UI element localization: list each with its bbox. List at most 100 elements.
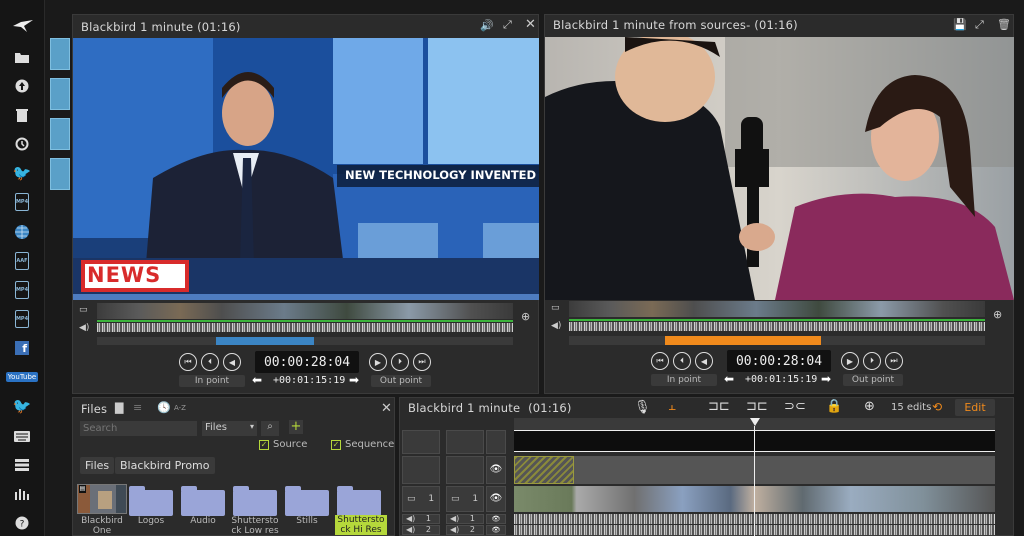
audio-track-header[interactable]: ◀) 2 xyxy=(402,525,440,535)
aaf-icon[interactable]: AAF xyxy=(12,251,32,271)
expand-icon[interactable]: ⤢ xyxy=(975,18,984,32)
sequence-checkbox[interactable]: ✓ xyxy=(331,440,341,450)
close-icon[interactable]: ✕ xyxy=(525,17,536,32)
out-point-button[interactable]: Out point xyxy=(371,375,431,387)
video-track-header-seq[interactable]: ▭ 1 xyxy=(446,486,484,512)
step-forward-button[interactable]: ⏵ xyxy=(863,352,881,370)
audio-track-header[interactable]: ◀) 1 xyxy=(402,514,440,524)
side-tab-1[interactable] xyxy=(50,38,70,70)
folder-icon[interactable]: ▇ xyxy=(115,401,123,414)
filter-select[interactable]: Files ▾ xyxy=(202,421,257,436)
facebook-icon[interactable]: f xyxy=(12,338,32,358)
add-button[interactable]: + xyxy=(289,420,303,434)
volume-icon[interactable]: 🔊 xyxy=(480,19,494,32)
close-icon[interactable]: ✕ xyxy=(381,401,392,416)
join-icon[interactable]: ⊃⊂ xyxy=(784,399,806,414)
right-scrub-track[interactable] xyxy=(569,336,985,345)
lock-icon[interactable]: 🔒 xyxy=(826,399,842,414)
in-point-button[interactable]: In point xyxy=(179,375,245,387)
right-timecode[interactable]: 00:00:28:04 xyxy=(727,350,831,372)
right-scrub-range[interactable] xyxy=(665,336,821,345)
prev-edit-button[interactable]: ⏮ xyxy=(651,352,669,370)
mp4-icon[interactable]: MP4 xyxy=(12,192,32,212)
left-timecode[interactable]: 00:00:28:04 xyxy=(255,351,359,373)
zoom-icon[interactable]: ⊕ xyxy=(864,399,875,414)
search-icon[interactable]: ⌕ xyxy=(261,421,279,436)
sort-label[interactable]: A-Z xyxy=(174,404,186,412)
twitter-icon[interactable]: 🐦 xyxy=(12,163,32,183)
left-audio-wave[interactable] xyxy=(97,323,513,332)
step-forward-button[interactable]: ⏵ xyxy=(391,353,409,371)
step-back-button[interactable]: ⏴ xyxy=(201,353,219,371)
side-tab-3[interactable] xyxy=(50,118,70,150)
file-label-shutterstock-hi[interactable]: Shuttersto ck Hi Res xyxy=(335,515,387,535)
clock-icon[interactable]: 🕓 xyxy=(157,401,171,414)
mp4-icon[interactable]: MP4 xyxy=(12,280,32,300)
save-icon[interactable]: 💾 xyxy=(953,18,967,31)
side-tab-2[interactable] xyxy=(50,78,70,110)
help-icon[interactable]: ? xyxy=(12,513,32,533)
source-checkbox[interactable]: ✓ xyxy=(259,440,269,450)
upload-icon[interactable] xyxy=(12,76,32,96)
right-video-frame[interactable] xyxy=(545,37,1014,300)
folder-icon-logos[interactable] xyxy=(129,486,173,516)
folder-icon-stills[interactable] xyxy=(285,486,329,516)
audio-track-header[interactable]: ◀) 2 xyxy=(446,525,484,535)
left-scrub-track[interactable] xyxy=(97,337,513,345)
edit-button[interactable]: Edit xyxy=(955,399,995,416)
split-icon[interactable]: ⊐⊏ xyxy=(708,399,730,414)
play-button[interactable]: ▶ xyxy=(369,353,387,371)
storyboard-icon[interactable] xyxy=(12,455,32,475)
folder-icon[interactable] xyxy=(12,47,32,67)
right-audio-wave[interactable] xyxy=(569,322,985,331)
chart-icon[interactable] xyxy=(12,484,32,504)
expand-icon[interactable]: ⤢ xyxy=(503,18,512,32)
folder-icon-shutterstock-low[interactable] xyxy=(233,486,277,516)
left-thumb-strip[interactable] xyxy=(97,303,513,319)
trim-icon[interactable]: ⫠ xyxy=(668,399,676,414)
trash-icon[interactable] xyxy=(12,105,32,125)
breadcrumb-blackbird-promo[interactable]: Blackbird Promo xyxy=(115,457,215,474)
bird-logo-icon[interactable] xyxy=(13,16,33,36)
side-tab-4[interactable] xyxy=(50,158,70,190)
twitter-icon[interactable]: 🐦 xyxy=(12,396,32,416)
eye-icon[interactable]: 👁 xyxy=(486,514,506,524)
globe-icon[interactable] xyxy=(12,222,32,242)
play-back-button[interactable]: ◀ xyxy=(223,353,241,371)
audio-track-header[interactable]: ◀) 1 xyxy=(446,514,484,524)
playhead-handle[interactable] xyxy=(750,418,760,426)
step-back-button[interactable]: ⏴ xyxy=(673,352,691,370)
mp4-icon[interactable]: MP4 xyxy=(12,309,32,329)
microphone-icon[interactable]: 🎙 xyxy=(634,400,651,415)
eye-icon[interactable]: 👁 xyxy=(486,456,506,484)
play-button[interactable]: ▶ xyxy=(841,352,859,370)
folder-icon-shutterstock-hi[interactable] xyxy=(337,486,381,516)
keyboard-icon[interactable] xyxy=(12,426,32,446)
left-scrub-range[interactable] xyxy=(216,337,314,345)
folder-icon-audio[interactable] xyxy=(181,486,225,516)
next-edit-button[interactable]: ⏭ xyxy=(413,353,431,371)
eye-icon[interactable]: 👁 xyxy=(486,525,506,535)
trash-icon[interactable]: 🗑 xyxy=(997,18,1011,31)
youtube-icon[interactable]: YouTube xyxy=(5,367,39,387)
out-point-button[interactable]: Out point xyxy=(843,374,903,386)
arrow-right-icon: ➡ xyxy=(349,373,360,387)
graphics-clip[interactable] xyxy=(514,456,574,484)
breadcrumb-files[interactable]: Files xyxy=(80,457,115,474)
history-icon[interactable]: ⟲ xyxy=(932,400,942,414)
eye-icon[interactable]: 👁 xyxy=(486,486,506,512)
next-edit-button[interactable]: ⏭ xyxy=(885,352,903,370)
zoom-icon[interactable]: ⊕ xyxy=(993,308,1002,321)
video-track-header-source[interactable]: ▭ 1 xyxy=(402,486,440,512)
play-back-button[interactable]: ◀ xyxy=(695,352,713,370)
search-input[interactable] xyxy=(80,421,197,436)
timeline-duration: (01:16) xyxy=(528,401,572,415)
list-icon[interactable]: ≡ xyxy=(133,401,142,414)
left-video-frame[interactable]: NEW TECHNOLOGY INVENTED NEWS xyxy=(73,38,539,300)
history-icon[interactable] xyxy=(12,134,32,154)
right-thumb-strip[interactable] xyxy=(569,301,985,317)
zoom-icon[interactable]: ⊕ xyxy=(521,310,530,323)
ripple-icon[interactable]: ⊐⊏ xyxy=(746,399,768,414)
in-point-button[interactable]: In point xyxy=(651,374,717,386)
prev-edit-button[interactable]: ⏮ xyxy=(179,353,197,371)
